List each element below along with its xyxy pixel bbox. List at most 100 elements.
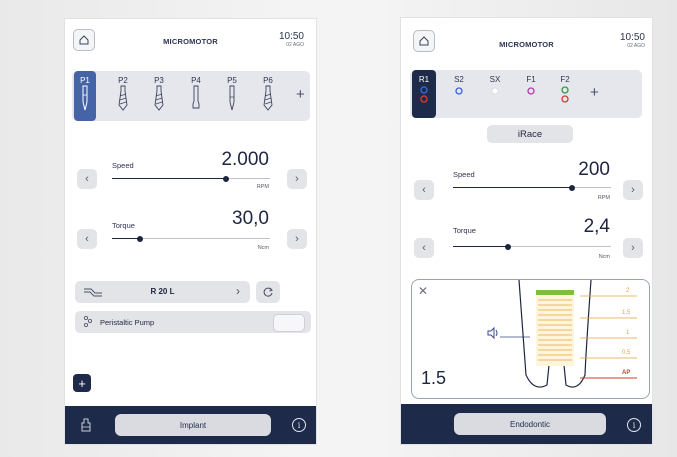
implant-icon[interactable] [79,418,93,432]
bottom-bar: Implant i [65,406,316,444]
torque-slider[interactable] [112,235,270,242]
apex-scale-label: AP [622,370,631,376]
pump-drops-icon [83,315,93,327]
clock-date: 02 AGO [286,42,304,48]
apex-locator-panel: ✕ 2 1.5 1 0.5 AP 1.5 [411,279,650,399]
implant-screen: MICROMOTOR 10:50 02 AGO P1 P2 P3 P4 P5 P… [65,19,316,444]
background: MICROMOTOR 10:50 02 AGO P1 P2 P3 P4 P5 P… [0,0,677,457]
apex-gauge-graphic [500,280,637,388]
speed-slider-knob[interactable] [222,175,229,182]
rotate-icon [263,287,273,297]
torque-slider-knob[interactable] [505,243,512,250]
drill-bit-icon [229,85,235,111]
speed-decrease-button[interactable]: ‹ [414,180,434,200]
add-button[interactable]: + [73,374,91,392]
program-f1[interactable]: F1 [520,70,542,120]
program-p1[interactable]: P1 [74,71,96,121]
speed-value: 200 [578,159,610,180]
file-rings-icon [561,86,569,103]
clock: 10:50 02 AGO [620,33,645,50]
mode-button[interactable]: Implant [115,414,271,436]
torque-slider[interactable] [453,243,611,250]
file-rings-icon [527,87,535,95]
program-f2[interactable]: F2 [554,70,576,120]
drill-bit-icon [118,85,128,111]
apex-reading: 1.5 [421,368,447,388]
program-label: P3 [154,76,164,85]
speed-label: Speed [453,170,475,179]
torque-slider-fill [453,246,509,248]
file-rings-icon [491,87,499,95]
torque-control: ‹ Torque 30,0 Ncm › [65,207,316,257]
pump-toggle[interactable] [273,314,305,332]
torque-slider-fill [112,238,141,240]
torque-decrease-button[interactable]: ‹ [77,229,97,249]
file-system-selector[interactable]: iRace [487,125,573,143]
torque-value: 2,4 [583,216,610,237]
top-bar: MICROMOTOR 10:50 02 AGO [65,19,316,61]
program-bar: R1 S2 SX F1 F2 + [410,70,642,118]
speed-control: ‹ Speed 200 RPM › [401,158,652,208]
program-s2[interactable]: S2 [448,70,470,120]
program-label: S2 [454,75,464,84]
apex-scale-label: 1 [626,330,630,336]
torque-slider-knob[interactable] [137,235,144,242]
torque-decrease-button[interactable]: ‹ [414,238,434,258]
program-label: SX [489,75,501,84]
info-icon[interactable]: i [627,418,641,432]
speed-slider[interactable] [453,184,611,191]
program-p4[interactable]: P4 [185,71,207,121]
program-label: F2 [560,75,570,84]
torque-increase-button[interactable]: › [287,229,307,249]
program-label: P5 [227,76,237,85]
apex-scale-label: 2 [626,288,630,294]
speed-slider-fill [112,178,226,180]
program-r1[interactable]: R1 [412,70,436,118]
speed-increase-button[interactable]: › [287,169,307,189]
torque-unit: Ncm [598,254,610,260]
program-label: R1 [418,75,430,84]
speed-increase-button[interactable]: › [623,180,643,200]
pump-label: Peristaltic Pump [100,318,155,327]
program-label: P4 [191,76,201,85]
handpiece-selector[interactable]: R 20 L › [75,281,250,303]
program-label: F1 [526,75,536,84]
file-rings-icon [455,87,463,95]
rotation-direction-button[interactable] [256,281,280,303]
speed-slider[interactable] [112,175,270,182]
program-p5[interactable]: P5 [221,71,243,121]
endodontic-screen: MICROMOTOR 10:50 02 AGO R1 S2 SX F1 F2 +… [401,18,652,444]
drill-bit-icon [263,85,273,111]
speed-slider-fill [453,187,572,189]
add-program-button[interactable]: + [296,86,305,103]
torque-label: Torque [112,221,135,230]
program-p2[interactable]: P2 [112,71,134,121]
speed-slider-knob[interactable] [568,184,575,191]
torque-label: Torque [453,226,476,235]
speed-control: ‹ Speed 2.000 RPM › [65,149,316,205]
chevron-right-icon: › [236,284,240,298]
program-bar: P1 P2 P3 P4 P5 P6 + [72,71,310,121]
speed-label: Speed [112,161,134,170]
program-p6[interactable]: P6 [257,71,279,121]
clock-time: 10:50 [278,31,304,42]
drill-bit-icon [154,85,164,111]
program-p3[interactable]: P3 [148,71,170,121]
torque-increase-button[interactable]: › [623,238,643,258]
add-program-button[interactable]: + [590,84,599,101]
program-sx[interactable]: SX [484,70,506,120]
bottom-bar: Endodontic i [401,404,652,444]
speed-decrease-button[interactable]: ‹ [77,169,97,189]
peristaltic-pump-row: Peristaltic Pump [75,311,311,333]
apex-scale-label: 0.5 [622,350,631,356]
handpiece-name: R 20 L [150,287,175,296]
speed-unit: RPM [256,184,269,190]
file-rings-icon [420,86,428,103]
speed-value: 2.000 [221,149,269,170]
drill-bit-icon [82,85,88,111]
program-label: P6 [263,76,273,85]
program-label: P1 [80,76,90,85]
top-bar: MICROMOTOR 10:50 02 AGO [401,18,652,60]
info-icon[interactable]: i [292,418,306,432]
mode-button[interactable]: Endodontic [454,413,606,435]
